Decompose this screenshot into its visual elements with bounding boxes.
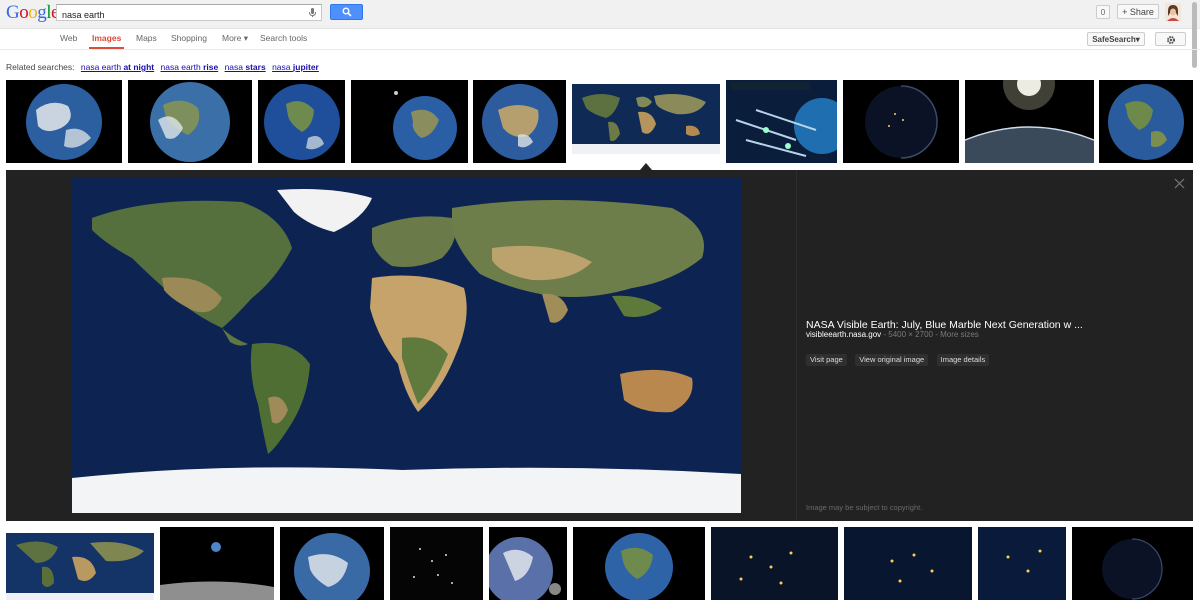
google-logo[interactable]: Google xyxy=(6,2,59,24)
related-link-rise[interactable]: nasa earth rise xyxy=(161,62,219,72)
tab-search-tools[interactable]: Search tools xyxy=(260,33,307,43)
image-result-thumbnail[interactable] xyxy=(390,527,483,600)
close-icon[interactable] xyxy=(1174,178,1185,189)
related-link-bold: rise xyxy=(203,62,219,72)
image-result-thumbnail[interactable] xyxy=(843,80,959,163)
copyright-notice: Image may be subject to copyright. xyxy=(806,503,923,512)
image-result-thumbnail[interactable] xyxy=(473,80,566,163)
tab-images[interactable]: Images xyxy=(88,33,125,49)
tab-web[interactable]: Web xyxy=(60,33,77,43)
image-result-thumbnail[interactable] xyxy=(573,527,705,600)
avatar-image xyxy=(1165,3,1181,21)
preview-meta: - 5400 × 2700 - More sizes xyxy=(881,330,979,339)
image-result-thumbnail[interactable] xyxy=(489,527,567,600)
logo-letter: o xyxy=(19,2,29,23)
image-result-thumbnail[interactable] xyxy=(1099,80,1193,163)
image-result-thumbnail[interactable] xyxy=(6,533,154,600)
tab-shopping[interactable]: Shopping xyxy=(171,33,207,43)
selection-caret-icon xyxy=(640,163,652,170)
logo-letter: G xyxy=(6,2,20,23)
related-link-jupiter[interactable]: nasa jupiter xyxy=(272,62,319,72)
related-link-bold: at night xyxy=(123,62,155,72)
image-result-thumbnail[interactable] xyxy=(128,80,252,163)
image-result-thumbnail[interactable] xyxy=(280,527,384,600)
tab-more[interactable]: More ▾ xyxy=(222,33,248,44)
search-button[interactable] xyxy=(330,4,363,20)
related-link-at-night[interactable]: nasa earth at night xyxy=(81,62,154,72)
related-link-bold: stars xyxy=(245,62,266,72)
image-details-button[interactable]: Image details xyxy=(936,354,990,366)
image-result-thumbnail[interactable] xyxy=(965,80,1094,163)
related-link-base: nasa earth xyxy=(160,62,201,72)
preview-image[interactable] xyxy=(72,178,741,513)
divider xyxy=(796,170,797,521)
image-result-thumbnail[interactable] xyxy=(160,527,274,600)
image-result-thumbnail[interactable] xyxy=(844,527,972,600)
image-result-thumbnail[interactable] xyxy=(1072,527,1193,600)
image-result-thumbnail[interactable] xyxy=(978,527,1066,600)
logo-letter: g xyxy=(37,2,47,23)
search-box xyxy=(56,4,322,23)
view-original-image-button[interactable]: View original image xyxy=(855,354,929,366)
share-button[interactable]: + Share xyxy=(1117,4,1159,19)
preview-source[interactable]: visibleearth.nasa.gov xyxy=(806,330,881,339)
voice-search-icon[interactable] xyxy=(307,7,318,18)
image-result-thumbnail-selected[interactable] xyxy=(572,84,720,154)
related-link-base: nasa earth xyxy=(80,62,122,72)
search-icon xyxy=(342,7,352,17)
top-bar: Google 0 + Share xyxy=(0,0,1200,68)
tab-maps[interactable]: Maps xyxy=(136,33,157,43)
image-preview-panel: NASA Visible Earth: July, Blue Marble Ne… xyxy=(6,170,1193,521)
image-result-thumbnail[interactable] xyxy=(726,80,837,163)
image-result-thumbnail[interactable] xyxy=(6,80,122,163)
related-label: Related searches: xyxy=(6,62,75,72)
visit-page-button[interactable]: Visit page xyxy=(806,354,847,366)
related-link-base: nasa xyxy=(224,62,243,72)
notification-count[interactable]: 0 xyxy=(1096,5,1110,19)
gear-icon xyxy=(1167,36,1175,44)
image-result-thumbnail[interactable] xyxy=(711,527,838,600)
search-input[interactable] xyxy=(57,7,302,23)
settings-button[interactable] xyxy=(1155,32,1186,46)
image-result-thumbnail[interactable] xyxy=(351,80,468,163)
nav-row: Web Images Maps Shopping More ▾ Search t… xyxy=(0,29,1200,50)
logo-letter: o xyxy=(28,2,38,23)
preview-actions: Visit page View original image Image det… xyxy=(806,349,993,367)
related-searches: Related searches: nasa earth at night na… xyxy=(6,62,319,72)
image-result-thumbnail[interactable] xyxy=(258,80,345,163)
safesearch-button[interactable]: SafeSearch▾ xyxy=(1087,32,1145,46)
related-link-bold: jupiter xyxy=(292,62,319,72)
related-link-stars[interactable]: nasa stars xyxy=(225,62,266,72)
preview-source-line: visibleearth.nasa.gov - 5400 × 2700 - Mo… xyxy=(806,330,979,339)
related-link-base: nasa xyxy=(272,62,291,72)
avatar[interactable] xyxy=(1165,3,1181,21)
